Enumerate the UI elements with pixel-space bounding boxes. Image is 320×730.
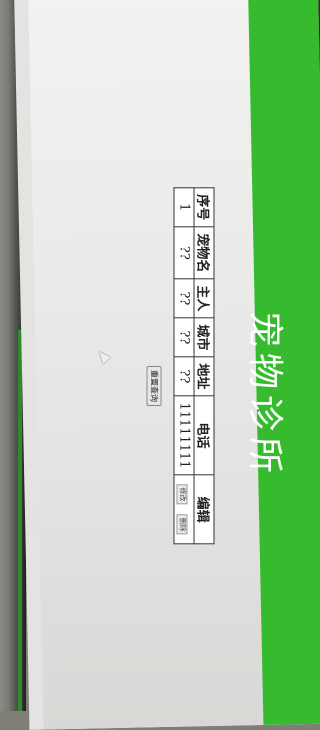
table-header-row: 序号 宠物名 主人 城市 地址 电话 编辑 [194,187,214,545]
cell-phone: 11111111 [174,395,194,476]
cell-index: 1 [174,187,194,227]
cell-city: ?? [174,317,194,357]
reset-query-button[interactable]: 重置查询 [146,366,162,406]
header-city: 城市 [194,317,214,357]
table-row: 1 ?? ?? ?? ?? 11111111 修改 删除 [174,187,194,545]
cell-edit: 修改 删除 [174,475,194,545]
cell-address: ?? [174,356,194,396]
header-address: 地址 [194,356,214,396]
header-phone: 电话 [194,395,214,476]
pet-table-container: 序号 宠物名 主人 城市 地址 电话 编辑 1 ?? ?? ?? ?? 1111… [173,187,215,545]
pet-table: 序号 宠物名 主人 城市 地址 电话 编辑 1 ?? ?? ?? ?? 1111… [173,187,215,545]
page-title: 宠物诊所 [244,310,285,480]
edit-button[interactable]: 修改 [176,484,188,505]
header-edit: 编辑 [194,475,214,545]
cell-owner: ?? [174,278,194,318]
cell-pet-name: ?? [174,226,194,279]
header-owner: 主人 [194,278,214,318]
delete-button[interactable]: 删除 [176,514,188,535]
header-pet-name: 宠物名 [194,226,214,279]
header-index: 序号 [194,187,214,227]
